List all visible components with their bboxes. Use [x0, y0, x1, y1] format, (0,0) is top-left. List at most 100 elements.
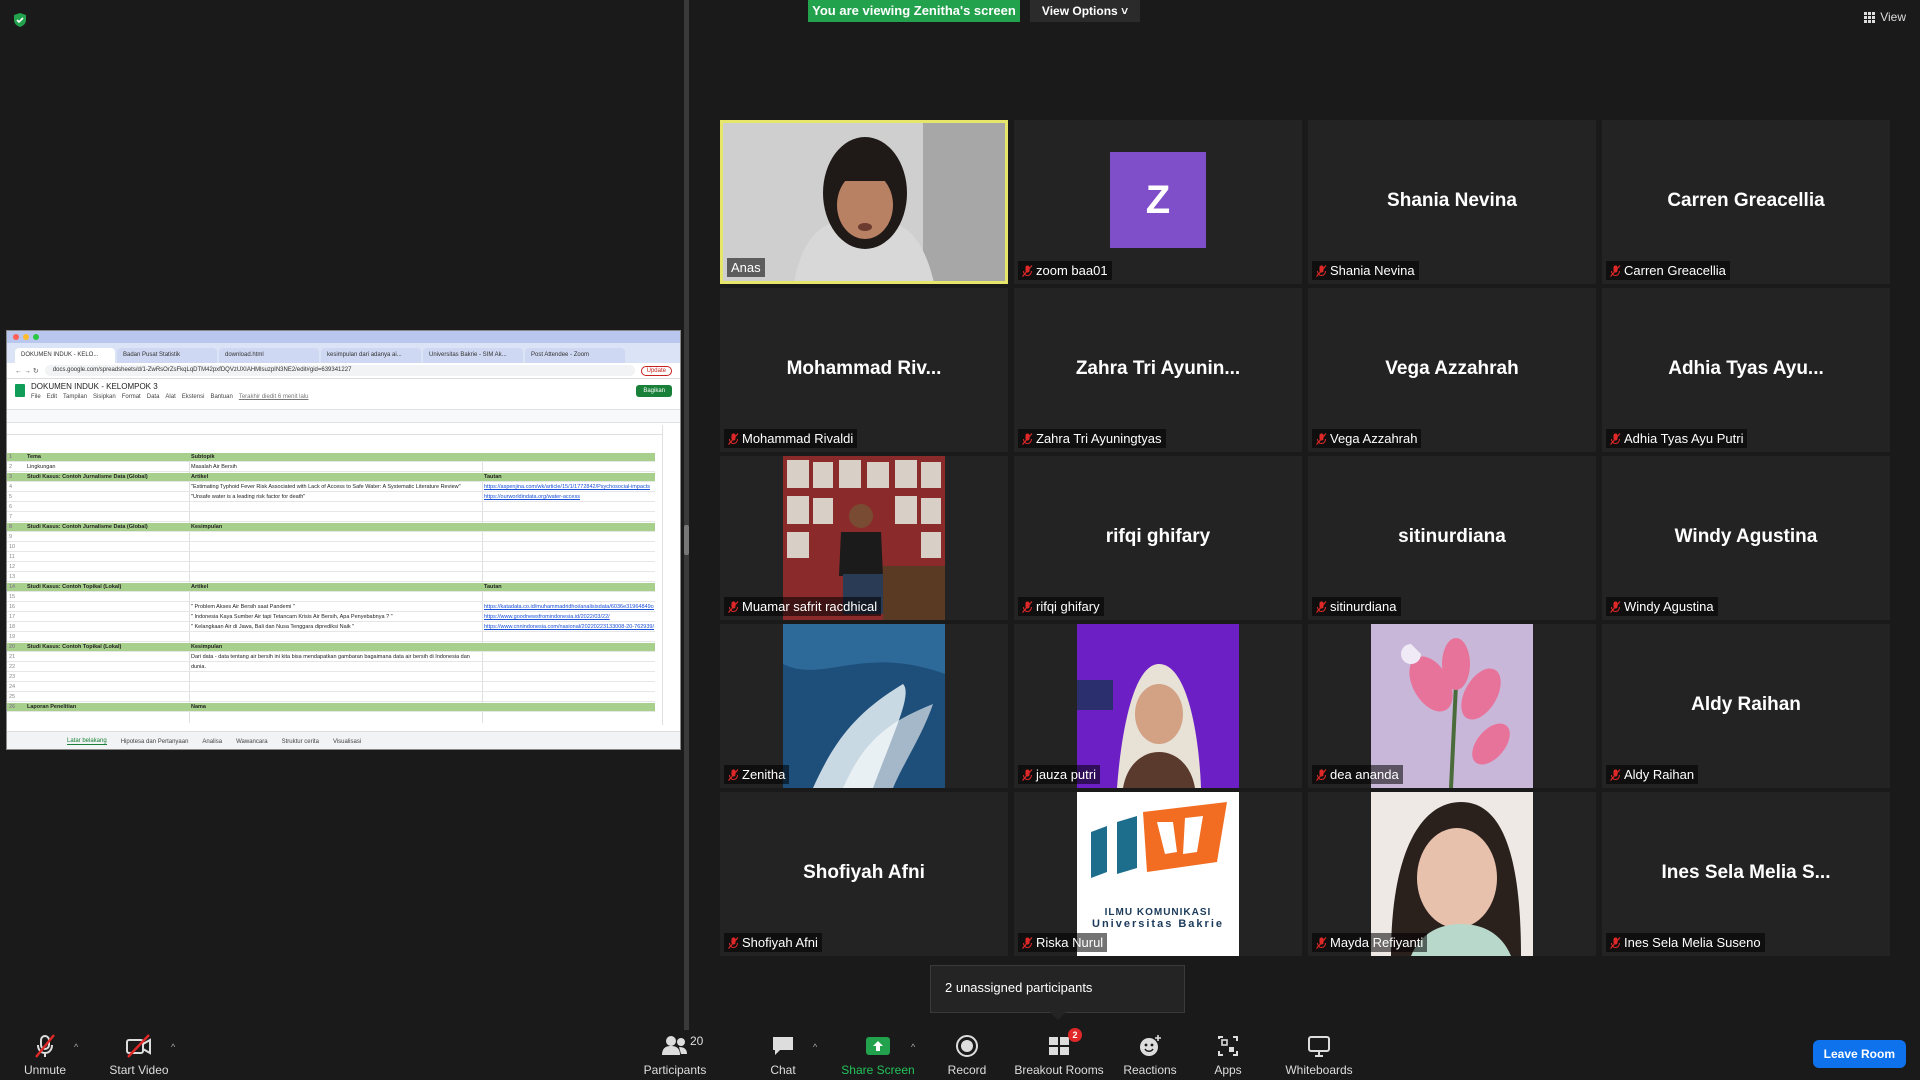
participant-tile[interactable]: Vega Azzahrah Vega Azzahrah [1308, 288, 1596, 452]
menu-item[interactable]: File [31, 394, 41, 400]
sheet-cell[interactable]: https://www.cnnindonesia.com/nasional/20… [484, 624, 654, 630]
sheet-cell[interactable]: Tautan [484, 584, 654, 590]
sheet-cell[interactable]: dunia. [191, 664, 481, 670]
sheet-cell[interactable]: "Estimating Typhoid Fever Risk Associate… [191, 484, 481, 490]
sheet-row[interactable]: 7 [7, 513, 655, 522]
share-options-caret-icon[interactable]: ^ [911, 1042, 915, 1052]
sheet-row[interactable]: 23 [7, 673, 655, 682]
sheet-row[interactable]: 6 [7, 503, 655, 512]
view-options-button[interactable]: View Options ˅ [1030, 0, 1140, 22]
sheet-cell[interactable]: Kesimpulan [191, 644, 481, 650]
start-video-button[interactable]: Start Video [104, 1033, 174, 1077]
sheet-row[interactable]: 8 Studi Kasus: Contoh Jurnalisme Data (Gl… [7, 523, 655, 532]
sheet-cell[interactable]: https://www.goodnewsfromindonesia.id/202… [484, 614, 654, 620]
participant-tile[interactable]: Shofiyah Afni Shofiyah Afni [720, 792, 1008, 956]
sheet-cell[interactable]: Studi Kasus: Contoh Jurnalisme Data (Glo… [27, 524, 187, 530]
sheet-row[interactable]: 17 " Indonesia Kaya Sumber Air tapi Tetan… [7, 613, 655, 622]
sheet-cell[interactable]: Kesimpulan [191, 524, 481, 530]
audio-options-caret-icon[interactable]: ^ [74, 1042, 78, 1052]
participant-tile[interactable]: Aldy Raihan Aldy Raihan [1602, 624, 1890, 788]
participant-tile[interactable]: Zenitha [720, 624, 1008, 788]
sheet-cell[interactable]: " Indonesia Kaya Sumber Air tapi Tetanca… [191, 614, 481, 620]
sheet-tab[interactable]: Latar belakang [67, 738, 107, 745]
shield-icon[interactable] [12, 12, 28, 28]
participant-tile[interactable]: Mayda Refiyanti [1308, 792, 1596, 956]
sheet-cell[interactable]: Nama [191, 704, 481, 710]
leave-room-button[interactable]: Leave Room [1812, 1040, 1906, 1068]
last-edit-link[interactable]: Terakhir diedit 6 menit lalu [239, 394, 309, 400]
unmute-button[interactable]: Unmute [22, 1033, 68, 1077]
whiteboards-button[interactable]: Whiteboards [1278, 1033, 1360, 1077]
sheet-row[interactable]: 14 Studi Kasus: Contoh Topikal (Lokal) Art… [7, 583, 655, 592]
update-button[interactable]: Update [640, 365, 672, 376]
breakout-rooms-button[interactable]: Breakout Rooms [1012, 1033, 1106, 1077]
sheet-cell[interactable]: Studi Kasus: Contoh Jurnalisme Data (Glo… [27, 474, 187, 480]
sheet-cell[interactable]: Lingkungan [27, 464, 187, 470]
participant-tile[interactable]: Shania Nevina Shania Nevina [1308, 120, 1596, 284]
participant-tile[interactable]: Ines Sela Melia S... Ines Sela Melia Suse… [1602, 792, 1890, 956]
participant-tile[interactable]: jauza putri [1014, 624, 1302, 788]
sheet-tab[interactable]: Visualisasi [333, 739, 361, 745]
sheet-cell[interactable]: Studi Kasus: Contoh Topikal (Lokal) [27, 584, 187, 590]
participant-tile[interactable]: sitinurdiana sitinurdiana [1308, 456, 1596, 620]
sheet-title[interactable]: DOKUMEN INDUK - KELOMPOK 3 [31, 382, 309, 391]
menu-item[interactable]: Tampilan [63, 394, 87, 400]
record-button[interactable]: Record [940, 1033, 994, 1077]
chat-options-caret-icon[interactable]: ^ [813, 1042, 817, 1052]
sheet-row[interactable]: 18 " Kelangkaan Air di Jawa, Bali dan Nus… [7, 623, 655, 632]
sheet-cell[interactable]: Tautan [484, 474, 654, 480]
sheet-cell[interactable]: Laporan Penelitian [27, 704, 187, 710]
sheet-row[interactable]: 11 [7, 553, 655, 562]
sheet-row[interactable]: 4 "Estimating Typhoid Fever Risk Associat… [7, 483, 655, 492]
sheet-cell[interactable]: Artikel [191, 474, 481, 480]
sheet-row[interactable]: 15 [7, 593, 655, 602]
browser-tab[interactable]: Post Attendee - Zoom [525, 348, 625, 363]
view-button[interactable]: View [1864, 10, 1906, 24]
participant-tile[interactable]: Anas [720, 120, 1008, 284]
participant-tile[interactable]: Zahra Tri Ayunin... Zahra Tri Ayuningtyas [1014, 288, 1302, 452]
sheet-row[interactable]: 10 [7, 543, 655, 552]
sheet-tab[interactable]: Analisa [202, 739, 222, 745]
sheet-cell[interactable]: https://katadata.co.id/muhammadridhoi/an… [484, 604, 654, 610]
sheet-cell[interactable]: https://aspenjina.com/wk/article/15/1/17… [484, 484, 654, 490]
sheet-cell[interactable]: Artikel [191, 584, 481, 590]
browser-tab[interactable]: Universitas Bakrie - SIM Ak... [423, 348, 523, 363]
menu-item[interactable]: Ekstensi [182, 394, 205, 400]
sheet-row[interactable]: 16 " Problem Akses Air Bersih saat Pandem… [7, 603, 655, 612]
sheet-row[interactable]: 3 Studi Kasus: Contoh Jurnalisme Data (Gl… [7, 473, 655, 482]
nav-arrows-icon[interactable]: ← → ↻ [15, 367, 39, 375]
menu-item[interactable]: Bantuan [210, 394, 232, 400]
participant-tile[interactable]: Carren Greacellia Carren Greacellia [1602, 120, 1890, 284]
menu-item[interactable]: Data [147, 394, 160, 400]
participant-tile[interactable]: dea ananda [1308, 624, 1596, 788]
participant-tile[interactable]: Zzoom baa01 [1014, 120, 1302, 284]
sheet-cell[interactable]: https://ourworldindata.org/water-access [484, 494, 654, 500]
sheet-tab[interactable]: Wawancara [236, 739, 267, 745]
menu-item[interactable]: Format [122, 394, 141, 400]
menu-item[interactable]: Alat [165, 394, 175, 400]
sheet-row[interactable]: 12 [7, 563, 655, 572]
sheet-cell[interactable]: Masalah Air Bersih [191, 464, 481, 470]
sheet-tab[interactable]: Struktur cerita [282, 739, 319, 745]
sheet-cell[interactable]: Dari data - data tentang air bersih ini … [191, 654, 481, 660]
sheet-grid[interactable]: 1 Tema Subtopik 2 Lingkungan Masalah Air Bers… [7, 453, 662, 723]
participant-tile[interactable]: rifqi ghifary rifqi ghifary [1014, 456, 1302, 620]
sheet-row[interactable]: 13 [7, 573, 655, 582]
split-divider[interactable] [684, 0, 689, 1030]
sheet-row[interactable]: 20 Studi Kasus: Contoh Topikal (Lokal) Kes… [7, 643, 655, 652]
sheet-row[interactable]: 5 "Unsafe water is a leading risk factor … [7, 493, 655, 502]
unassigned-participants-tooltip[interactable]: 2 unassigned participants [930, 965, 1185, 1013]
sheet-row[interactable]: 2 Lingkungan Masalah Air Bersih [7, 463, 655, 472]
browser-tab[interactable]: kesimpulan dari adanya ai... [321, 348, 421, 363]
participant-tile[interactable]: Mohammad Riv... Mohammad Rivaldi [720, 288, 1008, 452]
video-options-caret-icon[interactable]: ^ [171, 1042, 175, 1052]
shared-browser-window[interactable]: DOKUMEN INDUK - KELO... Badan Pusat Stat… [6, 330, 681, 750]
chat-button[interactable]: Chat [758, 1033, 808, 1077]
participant-tile[interactable]: Windy Agustina Windy Agustina [1602, 456, 1890, 620]
menu-item[interactable]: Sisipkan [93, 394, 116, 400]
sheet-row[interactable]: 25 [7, 693, 655, 702]
sheet-tab[interactable]: Hipotesa dan Pertanyaan [121, 739, 189, 745]
apps-button[interactable]: Apps [1208, 1033, 1248, 1077]
participant-tile[interactable]: Adhia Tyas Ayu... Adhia Tyas Ayu Putri [1602, 288, 1890, 452]
sheet-row[interactable]: 22 dunia. [7, 663, 655, 672]
